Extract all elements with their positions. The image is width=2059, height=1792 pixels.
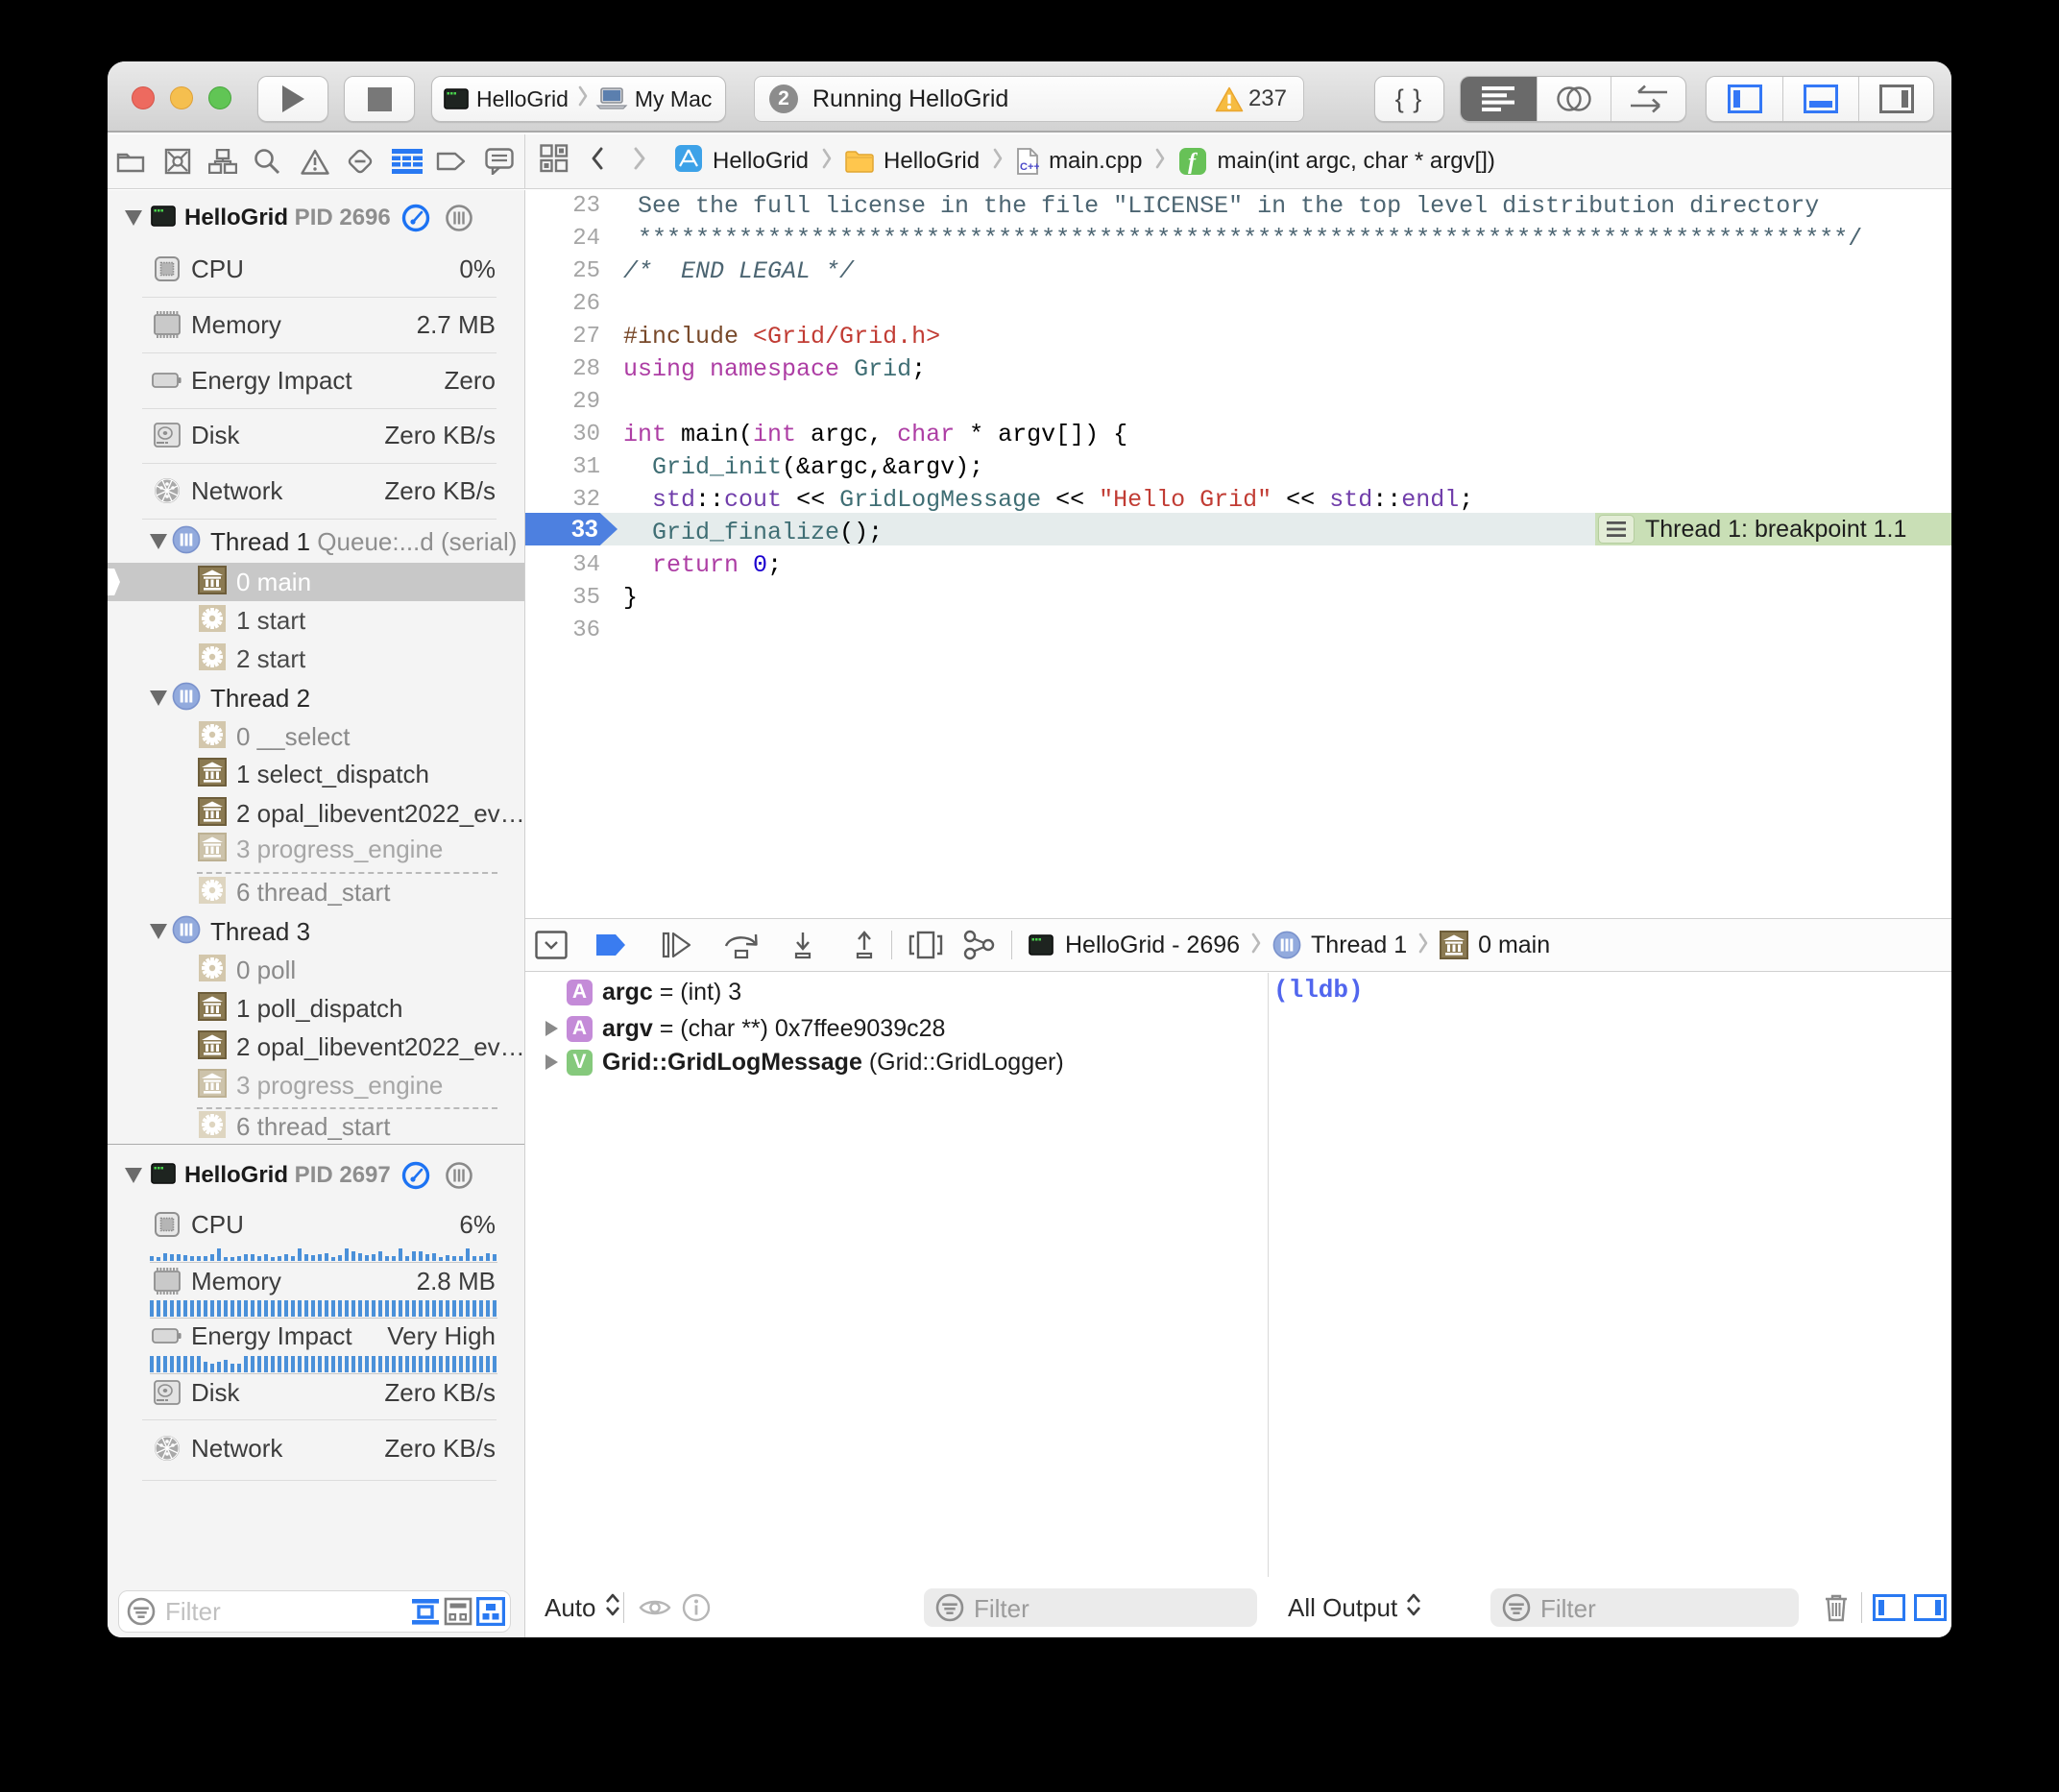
svg-text:C++: C++ xyxy=(1020,161,1039,173)
